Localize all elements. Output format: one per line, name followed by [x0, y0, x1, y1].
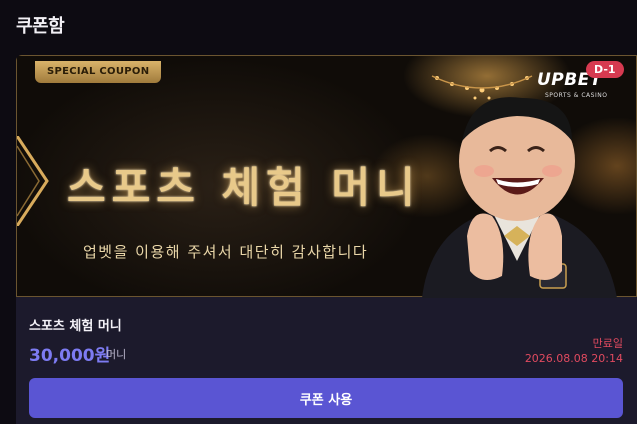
dday-badge: D-1 [586, 61, 624, 78]
brand-logo-subtext: SPORTS & CASINO [545, 92, 608, 99]
coupon-amount: 30,000원 [29, 346, 111, 366]
use-coupon-button[interactable]: 쿠폰 사용 [29, 378, 623, 418]
coupon-card: SPECIAL COUPON 스포츠 체험 머니 업벳을 이용해 주셔서 대단히… [16, 55, 637, 424]
mascot-illustration [422, 97, 617, 298]
coupon-amount-unit: 머니 [106, 348, 127, 361]
page-title: 쿠폰함 [16, 16, 65, 37]
coupon-name: 스포츠 체험 머니 [29, 319, 122, 334]
expiry-label: 만료일 [592, 337, 623, 350]
chevron-right-icon [17, 136, 49, 226]
banner-subline: 업벳을 이용해 주셔서 대단히 감사합니다 [83, 243, 369, 261]
expiry-date: 2026.08.08 20:14 [524, 352, 623, 365]
coupon-banner: SPECIAL COUPON 스포츠 체험 머니 업벳을 이용해 주셔서 대단히… [16, 55, 637, 298]
banner-headline: 스포츠 체험 머니 [67, 163, 421, 212]
special-coupon-badge: SPECIAL COUPON [35, 61, 162, 83]
